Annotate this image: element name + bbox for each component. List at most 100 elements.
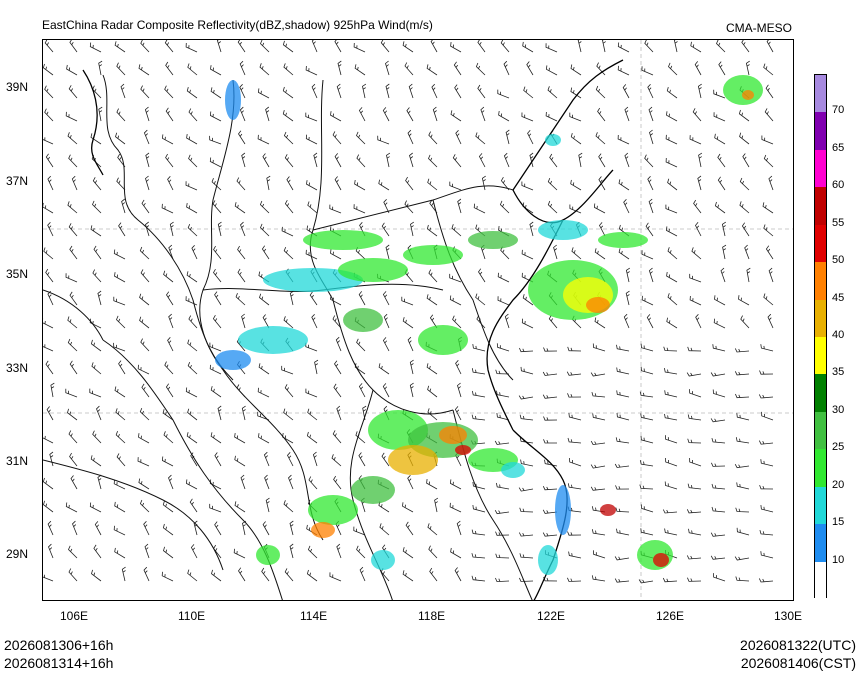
wind-barb [355, 431, 366, 444]
wind-barb [427, 178, 438, 191]
wind-barb [143, 129, 150, 145]
wind-barb [284, 154, 294, 168]
wind-barb [480, 106, 486, 122]
wind-barb [185, 296, 198, 306]
wind-barb [471, 529, 486, 536]
wind-barb [257, 387, 270, 398]
wind-barb [592, 413, 606, 421]
wind-barb [760, 551, 774, 559]
echo-cell [308, 495, 358, 525]
wind-barb [521, 318, 534, 329]
echo-cell [586, 297, 610, 313]
wind-barb [266, 175, 271, 191]
wind-barb [92, 200, 102, 214]
wind-barb [329, 572, 342, 582]
wind-barb [68, 430, 78, 444]
wind-barb [94, 521, 102, 536]
wind-barb [168, 244, 174, 260]
wind-barb [741, 40, 750, 53]
wind-barb [382, 337, 390, 352]
wind-barb [521, 181, 534, 191]
echo-cell [338, 258, 408, 282]
wind-barb [617, 42, 630, 53]
colorbar-tick-label: 55 [832, 216, 845, 229]
wind-barb [116, 108, 126, 122]
wind-barb [43, 500, 54, 513]
wind-barb [615, 437, 630, 444]
wind-barb [405, 521, 414, 536]
wind-barb [356, 545, 366, 559]
wind-barb [238, 130, 246, 145]
wind-barb [711, 437, 726, 444]
wind-barb [758, 440, 774, 445]
wind-barb [113, 525, 126, 536]
wind-barb [43, 344, 54, 352]
wind-barb [407, 475, 414, 490]
wind-barb [116, 177, 126, 191]
wind-barb [567, 437, 582, 444]
wind-barb [665, 226, 678, 237]
wind-barb [284, 200, 294, 214]
wind-barb [426, 224, 438, 237]
wind-barb [471, 575, 486, 582]
wind-barb [717, 176, 726, 191]
wind-barb [92, 430, 102, 444]
wind-barb [519, 507, 534, 513]
wind-barb [69, 291, 78, 306]
wind-barb [305, 388, 318, 398]
wind-barb [697, 83, 702, 99]
wind-barb [472, 344, 486, 352]
wind-barb [305, 65, 318, 76]
wind-barb [475, 132, 486, 145]
colorbar-tick-label: 25 [832, 441, 845, 454]
wind-barb [716, 40, 726, 53]
wind-barb [519, 347, 534, 353]
wind-barb [736, 527, 750, 536]
wind-barb [213, 268, 222, 283]
echo-cell [343, 308, 383, 332]
wind-barb [98, 106, 103, 122]
wind-barb [140, 40, 150, 53]
wind-barb [121, 566, 126, 582]
wind-barb [720, 267, 726, 283]
wind-barb [640, 528, 654, 536]
wind-barb [353, 204, 366, 214]
wind-barb [640, 435, 654, 444]
wind-barb [258, 433, 270, 444]
wind-barb [647, 84, 654, 99]
wind-barb [216, 40, 222, 53]
wind-barb [598, 153, 606, 168]
wind-barb [665, 157, 678, 168]
wind-barb [521, 112, 534, 122]
wind-barb [597, 107, 606, 122]
wind-barb [664, 368, 678, 375]
wind-barb [662, 577, 678, 583]
wind-barb [66, 64, 78, 76]
wind-barb [624, 152, 630, 168]
wind-barb [47, 175, 54, 191]
lat-label-35n: 35N [6, 267, 29, 281]
wind-barb [402, 547, 414, 559]
wind-barb [590, 486, 606, 491]
wind-barb [408, 83, 414, 99]
wind-barb [527, 130, 534, 145]
wind-barb [379, 523, 390, 536]
wind-barb [452, 154, 462, 168]
wind-barb [114, 41, 126, 53]
wind-barb [641, 66, 654, 76]
wind-barb [475, 62, 486, 76]
lat-label-33n: 33N [6, 361, 29, 375]
wind-barb [543, 576, 558, 582]
wind-barb [187, 63, 198, 76]
wind-barb [758, 578, 774, 583]
wind-barb [44, 40, 54, 53]
valid-time-cst: 2026081406(CST) [740, 655, 856, 671]
wind-barb [165, 107, 174, 122]
wind-barb [137, 364, 150, 375]
colorbar-tick-label: 70 [832, 104, 845, 117]
wind-barb [307, 201, 318, 214]
wind-barb [407, 336, 414, 352]
wind-barb [187, 569, 198, 582]
wind-barb [687, 346, 702, 352]
wind-barb [257, 134, 270, 145]
